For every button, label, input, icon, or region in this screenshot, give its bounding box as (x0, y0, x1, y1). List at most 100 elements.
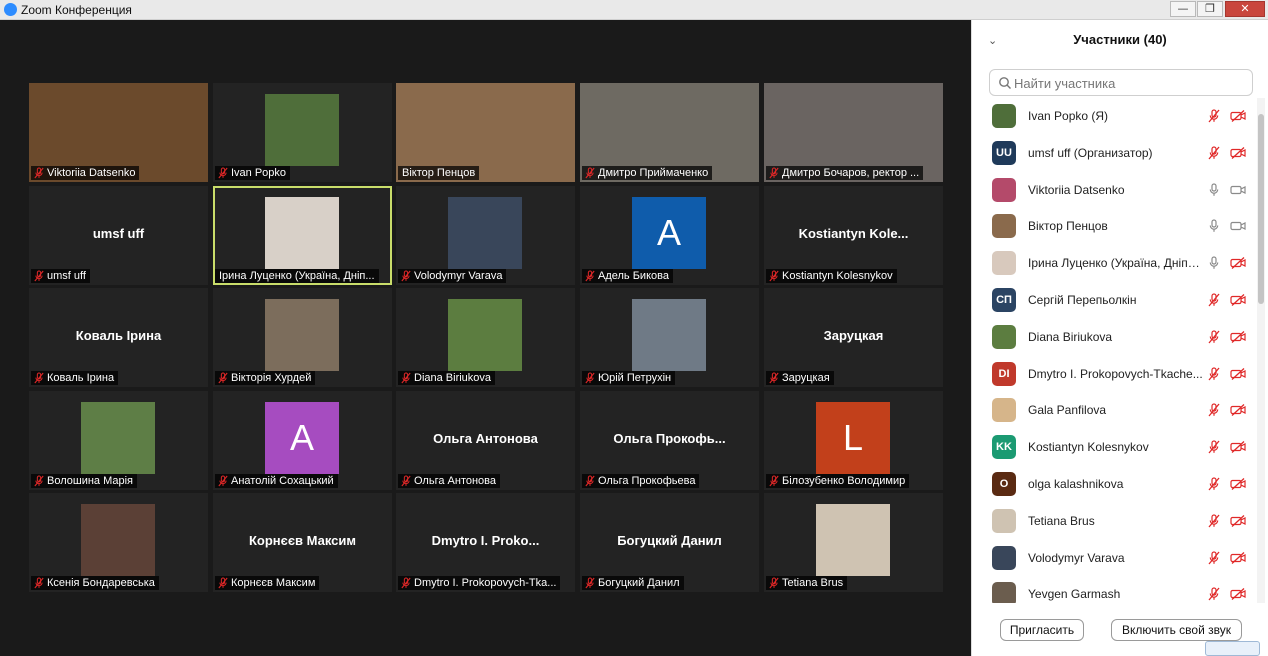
video-tile[interactable]: Коваль Ірина Коваль Ірина (29, 288, 208, 387)
participant-video (81, 504, 155, 576)
tile-name-text: Kostiantyn Kolesnykov (782, 270, 893, 282)
avatar (992, 398, 1016, 423)
tile-name-label: Ірина Луценко (Україна, Дніп... (215, 269, 379, 283)
video-tile[interactable]: Ольга Прокофь... Ольга Прокофьева (580, 391, 759, 490)
tile-name-text: Tetiana Brus (782, 577, 844, 589)
tile-name-label: Заруцкая (766, 371, 834, 385)
minimize-button[interactable]: — (1170, 1, 1196, 17)
participant-row[interactable]: Gala Panfilova (972, 392, 1254, 429)
tile-name-text: Ольга Прокофьева (598, 475, 696, 487)
video-tile[interactable]: Вікторія Хурдей (213, 288, 392, 387)
muted-mic-icon (1208, 587, 1220, 601)
muted-mic-icon (1208, 366, 1220, 381)
video-tile[interactable]: Viktoriia Datsenko (29, 83, 208, 182)
video-tile[interactable]: Ivan Popko (213, 83, 392, 182)
video-tile[interactable]: Дмитро Приймаченко (580, 83, 759, 182)
avatar (992, 214, 1016, 239)
video-tile[interactable]: Корнєєв Максим Корнєєв Максим (213, 493, 392, 592)
video-tile[interactable]: Заруцкая Заруцкая (764, 288, 943, 387)
tile-name-label: Diana Biriukova (398, 371, 496, 385)
tile-name-label: Дмитро Бочаров, ректор ... (766, 166, 924, 180)
muted-mic-icon (1208, 146, 1220, 160)
participant-row[interactable]: Oolga kalashnikova (972, 466, 1254, 503)
muted-mic-icon (34, 475, 44, 487)
close-button[interactable]: ✕ (1225, 1, 1265, 17)
video-tile[interactable]: Ольга Антонова Ольга Антонова (396, 391, 575, 490)
muted-mic-icon (218, 372, 228, 384)
tile-name-label: umsf uff (31, 269, 90, 283)
video-icon (1230, 185, 1246, 194)
avatar: KK (992, 435, 1016, 460)
muted-mic-icon (401, 270, 411, 282)
video-tile[interactable]: Юрій Петрухін (580, 288, 759, 387)
video-off-icon (1230, 588, 1246, 601)
participant-row[interactable]: UU umsf uff (Организатор) (972, 135, 1254, 172)
participant-name: Ірина Луценко (Україна, Дніпр... (1028, 256, 1203, 271)
participant-row[interactable]: Ivan Popko (Я) (972, 98, 1254, 135)
search-input[interactable] (1014, 73, 1244, 93)
participant-status-icons (1208, 292, 1252, 308)
video-tile[interactable]: Kostiantyn Kole... Kostiantyn Kolesnykov (764, 186, 943, 285)
participant-avatar-letter: A (632, 197, 706, 269)
participant-row[interactable]: Tetiana Brus (972, 503, 1254, 540)
muted-mic-icon (218, 167, 228, 179)
video-tile[interactable]: Богуцкий Данил Богуцкий Данил (580, 493, 759, 592)
participant-status-icons (1208, 402, 1252, 418)
maximize-button[interactable]: ❐ (1197, 1, 1223, 17)
participant-search[interactable] (989, 69, 1253, 96)
participant-row[interactable]: DI Dmytro I. Prokopovych-Tkache... (972, 356, 1254, 393)
tile-name-label: Ivan Popko (215, 166, 291, 180)
muted-mic-icon (401, 577, 411, 589)
tile-name-text: Ксенія Бондаревська (47, 577, 155, 589)
muted-mic-icon (769, 372, 779, 384)
video-tile[interactable]: Дмитро Бочаров, ректор ... (764, 83, 943, 182)
muted-mic-icon (769, 475, 779, 487)
corner-resize-handle[interactable] (1205, 641, 1260, 656)
muted-mic-icon (34, 372, 44, 384)
participant-name: Сергій Перепьолкін (1028, 293, 1137, 307)
participant-avatar-letter: L (816, 402, 890, 474)
video-tile[interactable]: Volodymyr Varava (396, 186, 575, 285)
video-tile[interactable]: A Адель Бикова (580, 186, 759, 285)
title-bar: Zoom Конференция — ❐ ✕ (0, 0, 1268, 20)
tile-name-label: Віктор Пенцов (398, 166, 480, 180)
video-off-icon (1230, 330, 1246, 343)
participant-row[interactable]: KK Kostiantyn Kolesnykov (972, 429, 1254, 466)
avatar: UU (992, 140, 1016, 165)
participant-row[interactable]: Yevgen Garmash (972, 576, 1254, 603)
tile-name-text: Віктор Пенцов (402, 167, 476, 179)
video-tile[interactable]: Ірина Луценко (Україна, Дніп... (213, 186, 392, 285)
participant-name: Diana Biriukova (1028, 329, 1113, 344)
invite-button[interactable]: Пригласить (1000, 619, 1084, 641)
tile-name-text: Коваль Ірина (47, 372, 115, 384)
video-tile[interactable]: umsf uff umsf uff (29, 186, 208, 285)
video-tile[interactable]: L Білозубенко Володимир (764, 391, 943, 490)
participant-row[interactable]: Viktoriia Datsenko (972, 172, 1254, 209)
avatar (992, 177, 1016, 202)
participant-row[interactable]: Volodymyr Varava (972, 540, 1254, 577)
avatar (992, 251, 1016, 276)
scrollbar-thumb[interactable] (1258, 114, 1264, 304)
participant-row[interactable]: СП Сергій Перепьолкін (972, 282, 1254, 319)
video-tile[interactable]: Волошина Марія (29, 391, 208, 490)
participant-row[interactable]: Diana Biriukova (972, 319, 1254, 356)
video-tile[interactable]: Віктор Пенцов (396, 83, 575, 182)
video-tile[interactable]: Ксенія Бондаревська (29, 493, 208, 592)
participant-row[interactable]: Ірина Луценко (Україна, Дніпр... (972, 245, 1254, 282)
video-tile[interactable]: A Анатолій Сохацький (213, 391, 392, 490)
tile-name-text: Volodymyr Varava (414, 270, 503, 282)
muted-mic-icon (34, 577, 44, 589)
tile-name-label: Корнєєв Максим (215, 576, 320, 590)
video-tile[interactable]: Tetiana Brus (764, 493, 943, 592)
tile-name-text: Білозубенко Володимир (782, 475, 906, 487)
participant-video (265, 299, 339, 371)
video-off-icon (1230, 441, 1246, 454)
unmute-self-button[interactable]: Включить свой звук (1111, 619, 1242, 641)
participant-name: Viktoriia Datsenko (1028, 182, 1125, 197)
avatar (992, 582, 1016, 603)
participant-list-scrollbar[interactable] (1257, 98, 1265, 603)
muted-mic-icon (769, 270, 779, 282)
participant-row[interactable]: Віктор Пенцов (972, 208, 1254, 245)
video-tile[interactable]: Dmytro I. Proko... Dmytro I. Prokopovych-… (396, 493, 575, 592)
video-tile[interactable]: Diana Biriukova (396, 288, 575, 387)
